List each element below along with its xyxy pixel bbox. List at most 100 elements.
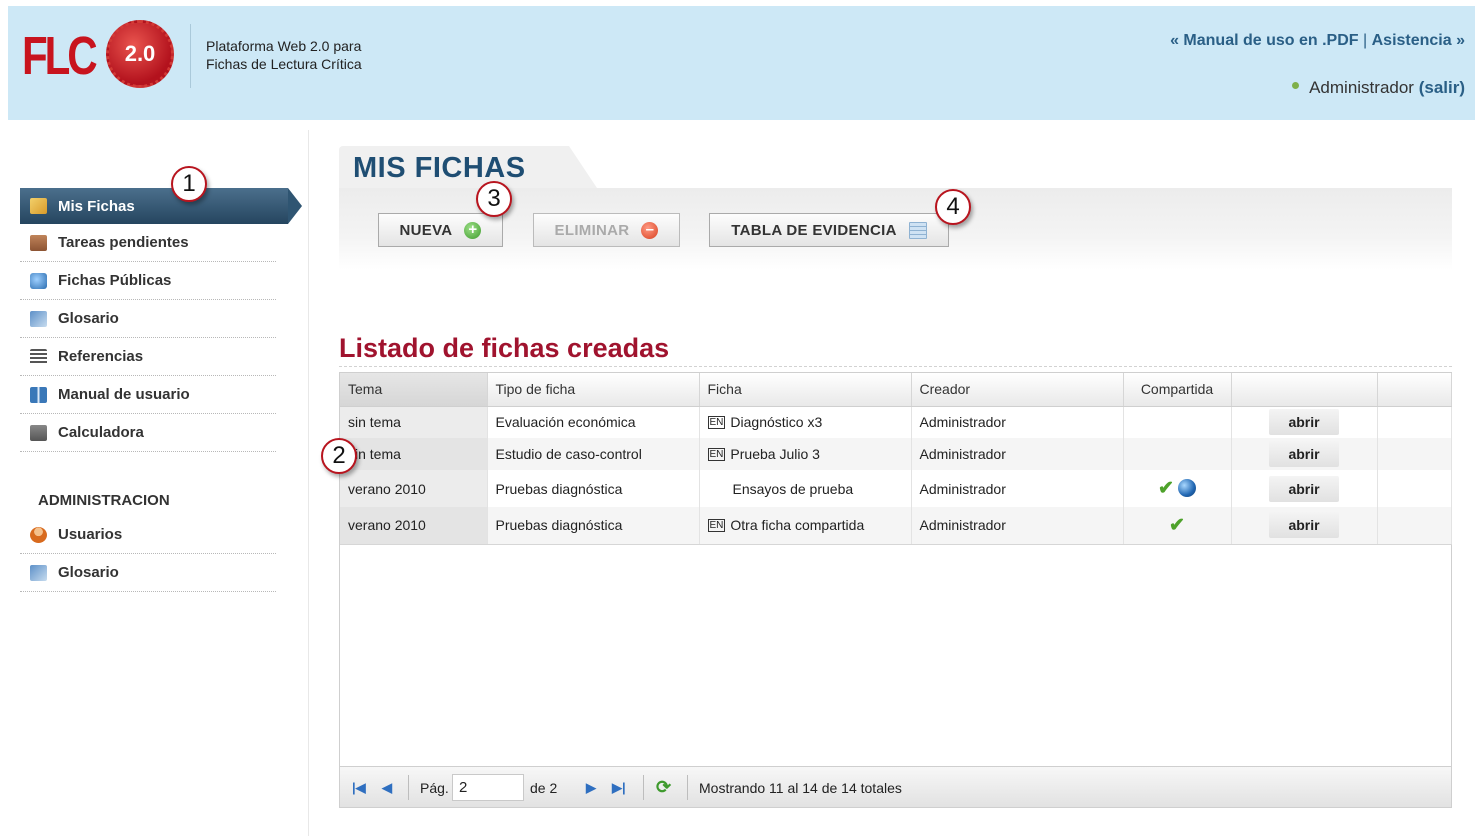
list-title: Listado de fichas creadas — [339, 333, 670, 363]
open-button[interactable]: abrir — [1269, 512, 1339, 539]
column-header-actions — [1231, 373, 1378, 407]
table-icon — [908, 221, 927, 239]
cell-compartida: ✔ — [1123, 470, 1232, 507]
sidebar-item-label: Glosario — [58, 310, 119, 327]
annotation-badge-3: 3 — [476, 181, 512, 217]
fichas-grid: Tema Tipo de ficha Ficha Creador Compart… — [339, 372, 1452, 808]
refresh-icon[interactable]: ⟳ — [656, 767, 671, 808]
user-info: Administrador (salir) — [1292, 78, 1465, 98]
tagline-line-1: Plataforma Web 2.0 para — [206, 38, 362, 54]
column-header-creador[interactable]: Creador — [911, 373, 1124, 407]
cell-tipo: Estudio de caso-control — [487, 438, 700, 470]
first-page-icon[interactable]: |◀ — [352, 767, 366, 808]
table-row[interactable]: verano 2010 Pruebas diagnóstica Ensayos … — [340, 470, 1452, 507]
tagline: Plataforma Web 2.0 para Fichas de Lectur… — [206, 37, 362, 73]
pager-status: Mostrando 11 al 14 de 14 totales — [699, 779, 902, 796]
app-root: FLC 2.0 Plataforma Web 2.0 para Fichas d… — [0, 0, 1477, 836]
cell-compartida — [1123, 406, 1232, 438]
sidebar-item-referencias[interactable]: Referencias — [20, 338, 276, 376]
column-header-ficha[interactable]: Ficha — [699, 373, 912, 407]
sidebar-item-glosario[interactable]: Glosario — [20, 300, 276, 338]
table-row[interactable]: verano 2010 Pruebas diagnóstica EN Otra f… — [340, 507, 1452, 545]
glossary-icon — [30, 564, 47, 581]
open-button[interactable]: abrir — [1269, 475, 1339, 502]
cell-creador: Administrador — [911, 438, 1124, 470]
page-input-wrap: 2 — [452, 767, 524, 808]
new-button-label: NUEVA — [399, 221, 453, 239]
minus-icon: – — [641, 221, 659, 239]
cell-ficha: Ensayos de prueba — [699, 470, 912, 507]
ficha-name: Ensayos de prueba — [732, 480, 854, 497]
top-links: « Manual de uso en .PDF | Asistencia » — [1170, 32, 1465, 50]
cell-tipo: Pruebas diagnóstica — [487, 470, 700, 507]
ficha-name: Prueba Julio 3 — [730, 446, 820, 462]
users-icon — [30, 526, 47, 543]
sidebar-item-label: Calculadora — [58, 424, 144, 441]
assistance-link[interactable]: Asistencia » — [1372, 32, 1465, 50]
cell-filler — [1377, 507, 1452, 545]
language-tag: EN — [707, 448, 726, 461]
sidebar-item-manual-usuario[interactable]: Manual de usuario — [20, 376, 276, 414]
calculator-icon — [30, 424, 47, 441]
next-page-icon[interactable]: ▶ — [586, 767, 596, 808]
table-header-row: Tema Tipo de ficha Ficha Creador Compart… — [340, 373, 1452, 407]
public-icon — [30, 272, 47, 289]
sidebar-item-label: Glosario — [58, 564, 119, 581]
sidebar-item-fichas-publicas[interactable]: Fichas Públicas — [20, 262, 276, 300]
annotation-badge-4: 4 — [935, 189, 971, 225]
sidebar-item-tareas-pendientes[interactable]: Tareas pendientes — [20, 224, 276, 262]
sidebar-divider — [308, 130, 309, 836]
sidebar-item-label: Fichas Públicas — [58, 272, 172, 289]
cell-tipo: Evaluación económica — [487, 406, 700, 438]
cell-ficha: EN Prueba Julio 3 — [699, 438, 912, 470]
previous-page-icon[interactable]: ◀ — [382, 767, 392, 808]
cell-filler — [1377, 470, 1452, 507]
manual-pdf-link[interactable]: « Manual de uso en .PDF — [1170, 32, 1358, 50]
open-button[interactable]: abrir — [1269, 409, 1339, 436]
ficha-name: Otra ficha compartida — [730, 517, 865, 534]
cell-open: abrir — [1231, 406, 1378, 438]
sidebar-item-admin-glosario[interactable]: Glosario — [20, 554, 276, 592]
cell-creador: Administrador — [911, 406, 1124, 438]
evidence-button-label: TABLA DE EVIDENCIA — [731, 221, 897, 239]
new-button[interactable]: NUEVA + — [378, 213, 503, 247]
language-tag: EN — [707, 416, 726, 430]
open-button[interactable]: abrir — [1269, 441, 1339, 467]
cell-creador: Administrador — [911, 470, 1124, 507]
column-header-tipo[interactable]: Tipo de ficha — [487, 373, 700, 407]
sidebar-item-label: Manual de usuario — [58, 386, 190, 403]
sidebar: Mis Fichas Tareas pendientes Fichas Públ… — [20, 188, 302, 592]
page-label: Pág. — [420, 779, 449, 796]
ficha-name: Diagnóstico x3 — [730, 414, 823, 431]
cell-ficha: EN Otra ficha compartida — [699, 507, 912, 545]
cell-tipo: Pruebas diagnóstica — [487, 507, 700, 545]
last-page-icon[interactable]: ▶| — [612, 767, 626, 808]
evidence-table-button[interactable]: TABLA DE EVIDENCIA — [709, 213, 949, 247]
cell-compartida — [1123, 438, 1232, 470]
pager-separator — [687, 775, 688, 800]
cell-filler — [1377, 406, 1452, 438]
cell-compartida: ✔ — [1123, 507, 1232, 545]
table-row[interactable]: sin tema Evaluación económica EN Diagnóst… — [340, 406, 1452, 438]
sidebar-item-usuarios[interactable]: Usuarios — [20, 516, 276, 554]
table-row[interactable]: sin tema Estudio de caso-control EN Prueb… — [340, 438, 1452, 470]
online-status-icon — [1292, 82, 1300, 89]
column-header-tema[interactable]: Tema — [340, 373, 488, 407]
logout-link[interactable]: (salir) — [1419, 78, 1465, 97]
cell-tema: sin tema — [340, 438, 488, 470]
tasks-icon — [30, 234, 47, 251]
user-name: Administrador — [1309, 78, 1414, 97]
delete-button[interactable]: ELIMINAR – — [533, 213, 680, 247]
page-number-input[interactable]: 2 — [452, 774, 524, 801]
sidebar-item-calculadora[interactable]: Calculadora — [20, 414, 276, 452]
page-total-label: de 2 — [530, 779, 558, 796]
delete-button-label: ELIMINAR — [554, 221, 630, 239]
link-separator: | — [1358, 32, 1372, 49]
tagline-line-2: Fichas de Lectura Crítica — [206, 56, 362, 72]
glossary-icon — [30, 310, 47, 327]
plus-icon: + — [464, 221, 482, 239]
admin-heading: ADMINISTRACION — [38, 492, 170, 509]
sidebar-item-mis-fichas[interactable]: Mis Fichas — [20, 188, 302, 224]
column-header-filler — [1377, 373, 1452, 407]
column-header-compartida[interactable]: Compartida — [1123, 373, 1232, 407]
